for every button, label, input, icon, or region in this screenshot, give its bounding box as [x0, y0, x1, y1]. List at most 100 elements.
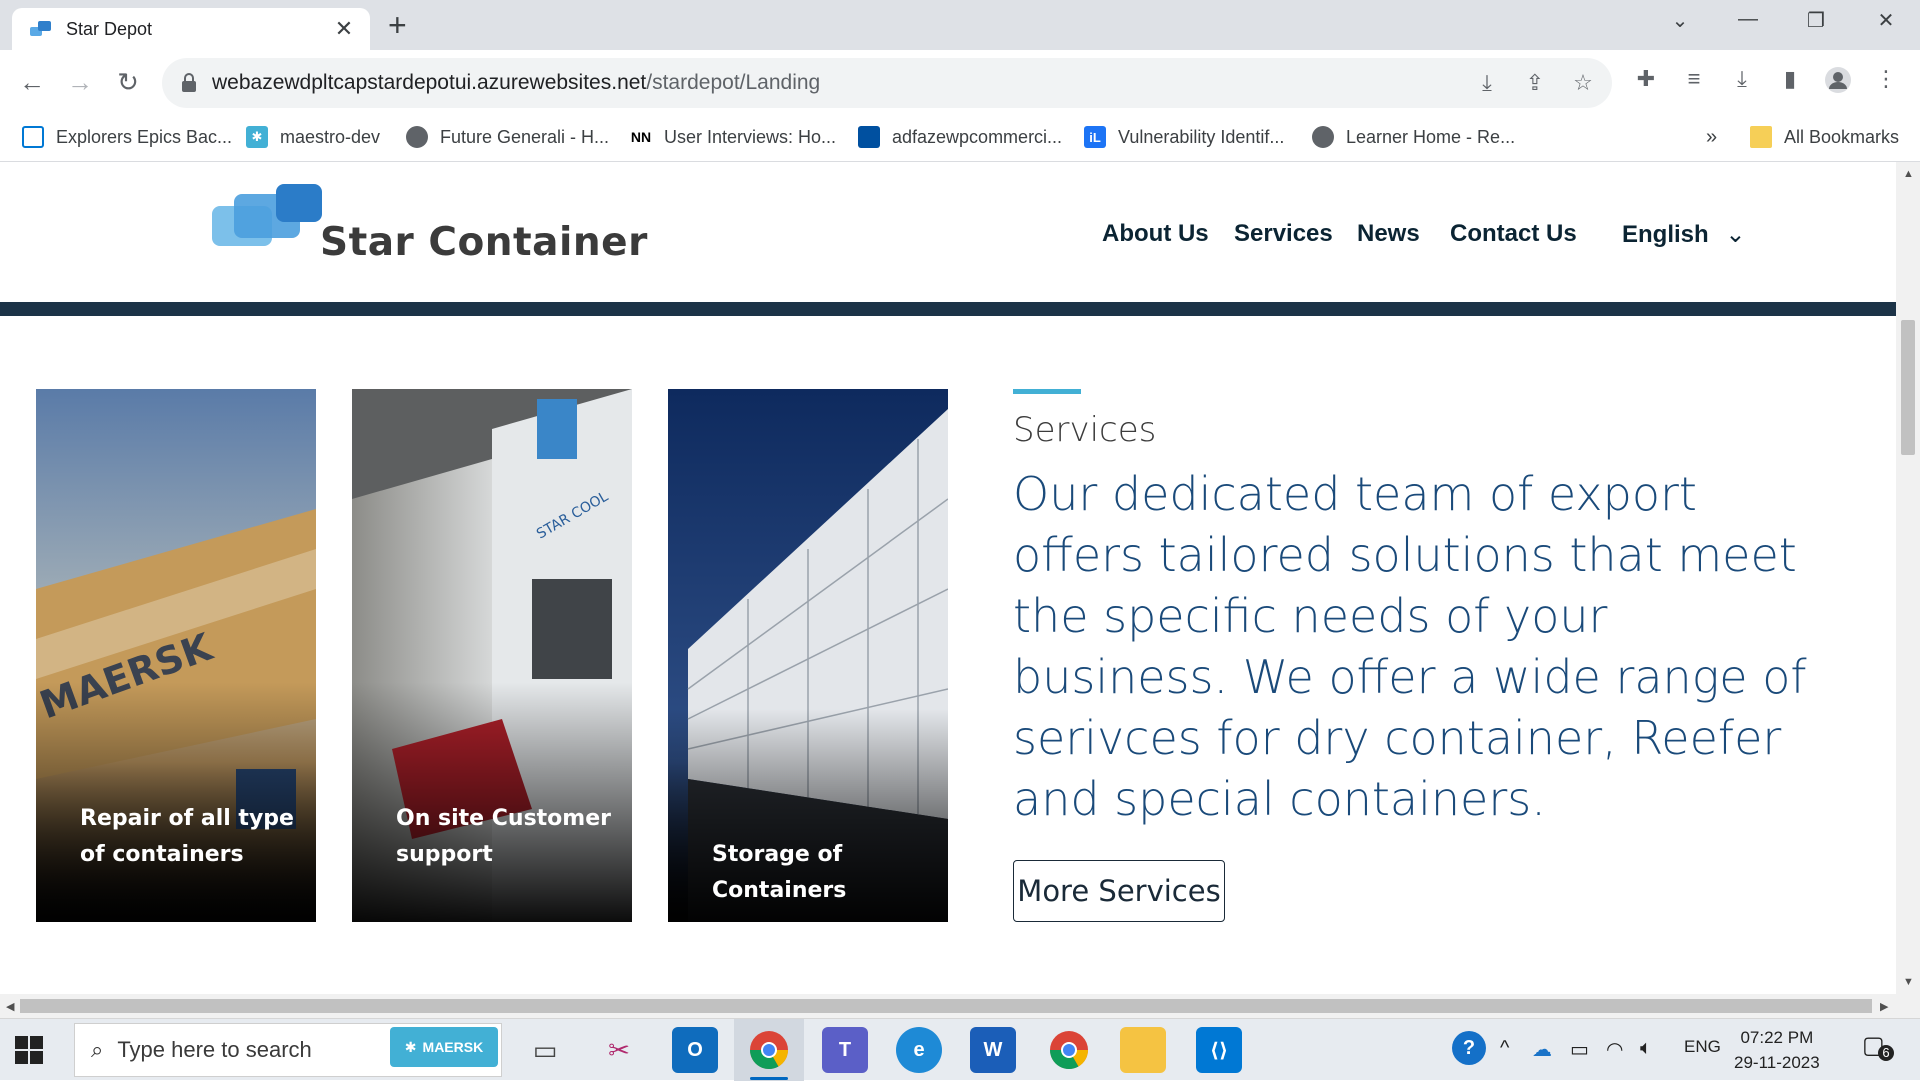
nav-services[interactable]: Services	[1234, 220, 1333, 248]
bookmark-item[interactable]: ✱ maestro-dev	[246, 126, 380, 148]
search-placeholder: Type here to search	[117, 1037, 312, 1062]
bookmark-item[interactable]: NN User Interviews: Ho...	[630, 126, 836, 148]
clock-time: 07:22 PM	[1740, 1028, 1814, 1047]
battery-icon[interactable]: ▭	[1570, 1037, 1589, 1062]
outlook-icon[interactable]: O	[672, 1027, 718, 1073]
search-icon: ⌕	[91, 1037, 104, 1062]
media-controls-icon[interactable]: ≡	[1678, 66, 1710, 92]
azure-devops-icon	[22, 126, 44, 148]
minimize-icon[interactable]: —	[1728, 8, 1768, 38]
url-text: webazewdpltcapstardepotui.azurewebsites.…	[212, 71, 821, 94]
install-app-icon[interactable]: ⤓	[1474, 70, 1500, 96]
bookmark-star-icon[interactable]: ☆	[1570, 70, 1596, 96]
horizontal-scroll-thumb[interactable]	[20, 999, 1872, 1013]
nav-news[interactable]: News	[1357, 220, 1420, 248]
service-card-onsite-support[interactable]: STAR COOL On site Customer support	[352, 389, 632, 922]
address-bar[interactable]: webazewdpltcapstardepotui.azurewebsites.…	[162, 58, 1612, 108]
notification-count-badge: 6	[1878, 1045, 1894, 1061]
bookmarks-bar: Explorers Epics Bac... ✱ maestro-dev Fut…	[0, 116, 1920, 162]
card-label: On site Customer support	[396, 806, 611, 867]
tab-search-icon[interactable]: ⌄	[1660, 8, 1700, 38]
star-container-favicon-icon	[30, 21, 51, 36]
browser-tab-strip: Star Depot ✕ + ⌄ — ❐ ✕	[0, 0, 1920, 50]
notification-center-icon[interactable]: ▢ 6	[1862, 1031, 1894, 1061]
learning-icon: iL	[1084, 126, 1106, 148]
windows-start-icon[interactable]	[14, 1035, 44, 1065]
file-explorer-icon[interactable]	[1120, 1027, 1166, 1073]
clock-date: 29-11-2023	[1734, 1053, 1820, 1072]
tab-title: Star Depot	[66, 18, 153, 39]
task-view-icon[interactable]: ▭	[522, 1027, 568, 1073]
close-window-icon[interactable]: ✕	[1866, 8, 1906, 38]
edge-icon[interactable]: e	[896, 1027, 942, 1073]
forward-icon[interactable]: →	[64, 66, 96, 98]
bookmark-item[interactable]: Learner Home - Re...	[1312, 126, 1515, 148]
side-panel-icon[interactable]: ▮	[1774, 66, 1806, 92]
menu-kebab-icon[interactable]: ⋮	[1870, 66, 1902, 92]
wifi-icon[interactable]: ◠	[1606, 1037, 1623, 1062]
nav-contact-us[interactable]: Contact Us	[1450, 220, 1577, 248]
browser-tab[interactable]: Star Depot ✕	[12, 8, 370, 50]
maersk-star-icon: ✱	[246, 126, 268, 148]
folder-icon	[1750, 126, 1772, 148]
new-tab-button[interactable]: +	[388, 9, 407, 41]
globe-icon	[406, 126, 428, 148]
factory-icon	[858, 126, 880, 148]
all-bookmarks-button[interactable]: All Bookmarks	[1750, 126, 1899, 148]
nav-about-us[interactable]: About Us	[1102, 220, 1209, 248]
brand-name[interactable]: Star Container	[320, 220, 648, 265]
restore-icon[interactable]: ❐	[1796, 8, 1836, 38]
help-icon[interactable]: ?	[1452, 1031, 1486, 1065]
vscode-icon[interactable]: ⟨⟩	[1196, 1027, 1242, 1073]
globe-icon	[1312, 126, 1334, 148]
browser-toolbar: ← → ↻ webazewdpltcapstardepotui.azureweb…	[0, 50, 1920, 116]
horizontal-scrollbar[interactable]: ◀ ▶	[0, 994, 1920, 1018]
reload-icon[interactable]: ↻	[112, 66, 144, 98]
lock-icon	[182, 73, 196, 92]
tab-close-icon[interactable]: ✕	[332, 16, 356, 42]
card-label: Storage of Containers	[712, 842, 847, 903]
hero-image-strip	[0, 302, 1896, 316]
scroll-up-icon[interactable]: ▲	[1903, 168, 1914, 180]
chrome-icon[interactable]	[746, 1027, 792, 1073]
scroll-left-icon[interactable]: ◀	[6, 1000, 14, 1013]
bookmark-item[interactable]: Explorers Epics Bac...	[22, 126, 232, 148]
teams-icon[interactable]: T	[822, 1027, 868, 1073]
maersk-search-highlight[interactable]: ✱ MAERSK	[390, 1027, 498, 1067]
onedrive-icon[interactable]: ☁	[1532, 1037, 1552, 1062]
language-selector[interactable]: English ⌄	[1622, 220, 1745, 249]
back-icon[interactable]: ←	[16, 66, 48, 98]
nn-logo-icon: NN	[630, 126, 652, 148]
page-viewport: Star Container About Us Services News Co…	[0, 162, 1896, 994]
system-clock[interactable]: 07:22 PM 29-11-2023	[1734, 1025, 1820, 1075]
windows-taskbar: ⌕ Type here to search ✱ MAERSK ▭ ✂ O T e…	[0, 1018, 1920, 1081]
share-icon[interactable]: ⇪	[1522, 70, 1548, 96]
scroll-right-icon[interactable]: ▶	[1880, 1000, 1888, 1013]
volume-icon[interactable]: 🔈︎	[1640, 1037, 1652, 1060]
card-label: Repair of all type of containers	[80, 806, 294, 867]
extensions-icon[interactable]: ✚	[1630, 66, 1662, 92]
show-hidden-icons-chevron-icon[interactable]: ^	[1500, 1037, 1509, 1060]
services-description: Our dedicated team of export offers tail…	[1013, 467, 1807, 826]
chevron-down-icon: ⌄	[1725, 221, 1746, 248]
vertical-scrollbar[interactable]: ▲ ▼	[1896, 162, 1920, 994]
vertical-scroll-thumb[interactable]	[1901, 320, 1915, 455]
scroll-down-icon[interactable]: ▼	[1903, 976, 1914, 988]
bookmark-item[interactable]: iL Vulnerability Identif...	[1084, 126, 1284, 148]
more-services-button[interactable]: More Services	[1013, 860, 1225, 922]
accent-rule	[1013, 389, 1081, 394]
input-language[interactable]: ENG	[1684, 1037, 1721, 1057]
service-card-repair[interactable]: MAERSK Repair of all type of containers	[36, 389, 316, 922]
snipping-tool-icon[interactable]: ✂	[596, 1027, 642, 1073]
service-card-storage[interactable]: Storage of Containers	[668, 389, 948, 922]
site-header: Star Container About Us Services News Co…	[0, 162, 1896, 302]
bookmark-item[interactable]: adfazewpcommerci...	[858, 126, 1062, 148]
word-icon[interactable]: W	[970, 1027, 1016, 1073]
profile-avatar-icon[interactable]	[1822, 66, 1854, 100]
chrome-profile-icon[interactable]	[1046, 1027, 1092, 1073]
services-heading: Services	[1013, 410, 1157, 450]
downloads-icon[interactable]: ⤓	[1726, 66, 1758, 92]
maersk-star-icon: ✱	[404, 1038, 417, 1055]
bookmark-item[interactable]: Future Generali - H...	[406, 126, 609, 148]
bookmarks-overflow-button[interactable]: »	[1706, 126, 1717, 149]
